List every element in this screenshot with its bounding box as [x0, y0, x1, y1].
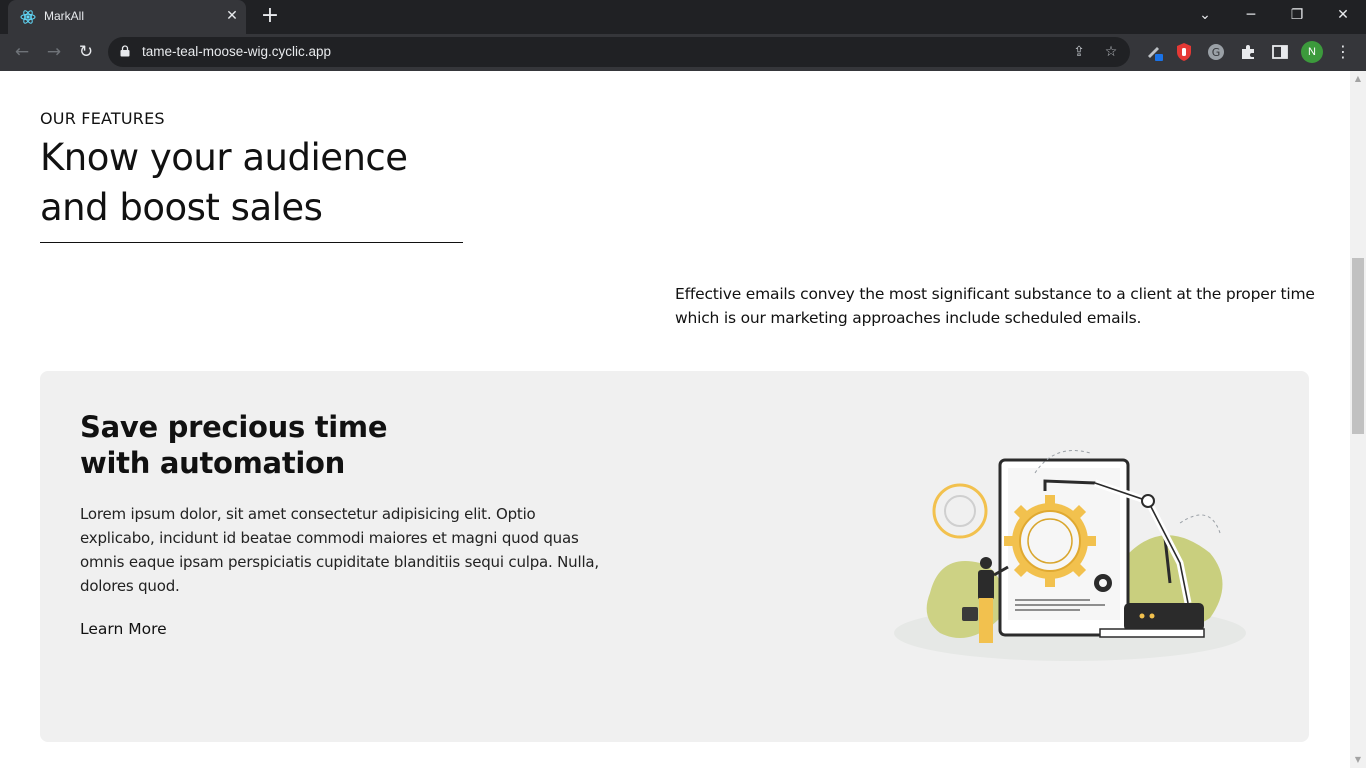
card-title-line-2: with automation: [80, 446, 345, 480]
headline-line-1: Know your audience: [40, 136, 408, 179]
grammarly-extension-icon[interactable]: G: [1206, 42, 1226, 62]
bookmark-star-icon[interactable]: ☆: [1102, 43, 1120, 61]
browser-toolbar: ← → ↻ tame-teal-moose-wig.cyclic.app ⇪ ☆…: [0, 34, 1366, 71]
headline-line-2: and boost sales: [40, 186, 323, 229]
browser-tab[interactable]: MarkAll ✕: [8, 0, 246, 34]
learn-more-link[interactable]: Learn More: [80, 620, 167, 638]
profile-avatar[interactable]: N: [1301, 41, 1323, 63]
card-title-line-1: Save precious time: [80, 410, 388, 444]
minimize-window-button[interactable]: ─: [1228, 0, 1274, 32]
extensions-puzzle-icon[interactable]: [1238, 42, 1258, 62]
close-window-button[interactable]: ✕: [1320, 0, 1366, 32]
scrollbar-thumb[interactable]: [1352, 258, 1364, 434]
browser-tab-bar: MarkAll ✕ + ⌄ ─ ❐ ✕: [0, 0, 1366, 34]
card-title: Save precious time with automation: [80, 409, 500, 481]
svg-text:G: G: [1212, 46, 1221, 59]
section-eyebrow: OUR FEATURES: [40, 109, 165, 128]
tab-search-icon[interactable]: ⌄: [1182, 0, 1228, 32]
back-arrow-icon[interactable]: ←: [9, 40, 35, 66]
browser-menu-icon[interactable]: ⋮: [1335, 41, 1351, 63]
address-bar[interactable]: tame-teal-moose-wig.cyclic.app ⇪ ☆: [108, 37, 1130, 67]
react-logo-icon: [20, 10, 36, 24]
features-intro-text: Effective emails convey the most signifi…: [675, 285, 1315, 327]
pen-extension-icon[interactable]: [1145, 42, 1165, 62]
page-viewport: OUR FEATURES Know your audience and boos…: [0, 71, 1350, 768]
restore-window-button[interactable]: ❐: [1274, 0, 1320, 32]
forward-arrow-icon[interactable]: →: [41, 40, 67, 66]
headline-divider: [40, 242, 463, 243]
automation-feature-card: Save precious time with automation Lorem…: [40, 371, 1309, 742]
close-tab-icon[interactable]: ✕: [224, 8, 240, 24]
new-tab-button[interactable]: +: [258, 5, 282, 29]
reload-icon[interactable]: ↻: [73, 40, 99, 66]
automation-illustration: [894, 450, 1246, 661]
side-panel-icon[interactable]: [1270, 42, 1290, 62]
url-text[interactable]: tame-teal-moose-wig.cyclic.app: [142, 44, 331, 59]
card-body-text: Lorem ipsum dolor, sit amet consectetur …: [80, 505, 599, 595]
features-headline: Know your audience and boost sales: [40, 133, 480, 233]
tab-title: MarkAll: [44, 9, 85, 23]
adblock-extension-icon[interactable]: [1174, 42, 1194, 62]
lock-icon: [120, 45, 130, 57]
page-scrollbar[interactable]: ▲ ▼: [1350, 71, 1366, 768]
scroll-down-arrow-icon[interactable]: ▼: [1350, 754, 1366, 766]
scroll-up-arrow-icon[interactable]: ▲: [1350, 73, 1366, 85]
share-icon[interactable]: ⇪: [1070, 43, 1088, 61]
